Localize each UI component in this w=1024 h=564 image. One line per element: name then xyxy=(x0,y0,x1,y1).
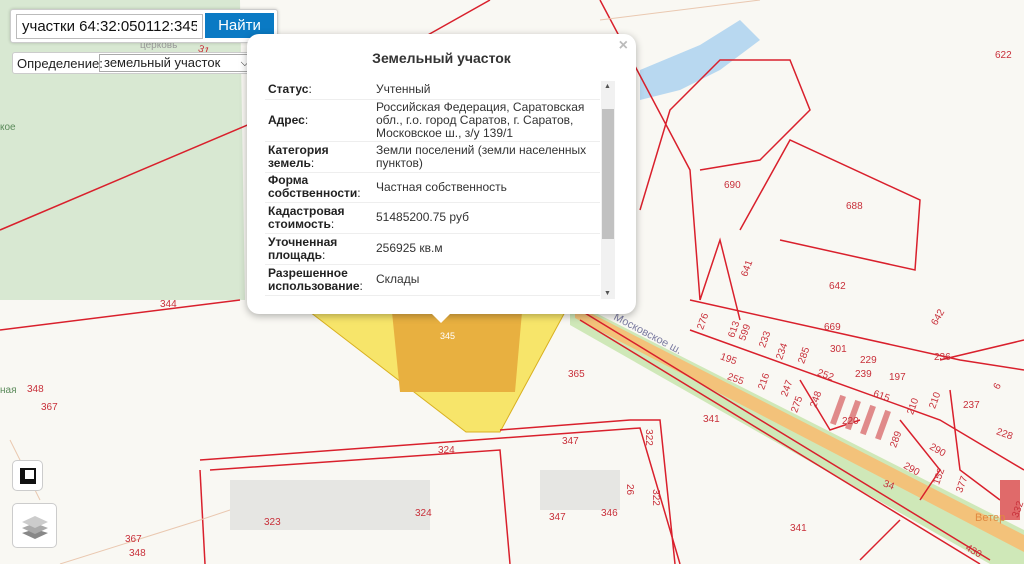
parcel-info-table: Статус: Учтенный Адрес: Российская Федераци… xyxy=(265,81,600,296)
info-label: Статус: xyxy=(265,81,373,100)
parcel-number-label: 347 xyxy=(562,436,579,447)
park-area xyxy=(0,0,245,300)
parcel-number-label: 348 xyxy=(27,384,44,395)
poi-label-park: кое xyxy=(0,122,16,133)
colon: : xyxy=(321,247,326,262)
info-label-text: Уточненная площадь xyxy=(268,234,338,262)
parcel-number-label: 348 xyxy=(129,548,146,559)
parcel-number-label: 229 xyxy=(860,355,877,366)
parcel-number-label: 341 xyxy=(790,523,807,534)
parcel-number-label: 688 xyxy=(846,201,863,212)
colon: : xyxy=(357,186,361,200)
parcel-number-label: 367 xyxy=(125,534,142,545)
definition-select[interactable]: земельный участок ⌵ xyxy=(99,54,254,72)
info-label: Категория земель: xyxy=(265,141,373,173)
info-row: Кадастровая стоимость: 51485200.75 руб xyxy=(265,202,600,234)
parcel-number-label: 236 xyxy=(934,352,951,363)
info-value: 256925 кв.м xyxy=(373,233,600,265)
parcel-number-label: 197 xyxy=(889,372,906,383)
parcel-number-label: 237 xyxy=(963,400,980,411)
info-label: Разрешенное использование: xyxy=(265,264,373,296)
info-label: Форма собственности: xyxy=(265,172,373,203)
poi-label-area: ная xyxy=(0,385,17,396)
parcel-number-label: 344 xyxy=(160,299,177,310)
parcel-number-label: 622 xyxy=(995,50,1012,61)
info-value: Частная собственность xyxy=(373,172,600,203)
colon: : xyxy=(310,155,315,170)
parcel-number-label: 690 xyxy=(724,180,741,191)
info-label-text: Статус xyxy=(268,82,309,97)
colon: : xyxy=(308,82,312,97)
parcel-popup: × Земельный участок Статус: Учтенный Адрес… xyxy=(247,34,636,314)
info-label: Адрес: xyxy=(265,99,373,142)
parcel-number-label: 345 xyxy=(440,331,456,341)
info-value: Учтенный xyxy=(373,81,600,100)
parcel-number-label: 301 xyxy=(830,344,847,355)
info-value: Российская Федерация, Саратовская обл., … xyxy=(373,99,600,142)
info-label: Кадастровая стоимость: xyxy=(265,202,373,234)
info-row: Категория земель: Земли поселений (земли … xyxy=(265,141,600,173)
definition-label: Определение: xyxy=(17,56,103,71)
parcel-number-label: 324 xyxy=(438,445,455,456)
popup-pointer xyxy=(430,312,452,323)
info-value: Земли поселений (земли населенных пункто… xyxy=(373,141,600,173)
parcel-number-label: 323 xyxy=(264,517,281,528)
scroll-up-icon[interactable]: ▲ xyxy=(604,83,611,90)
colon: : xyxy=(359,278,363,293)
parcel-number-label: 322 xyxy=(642,429,654,446)
info-row: Уточненная площадь: 256925 кв.м xyxy=(265,233,600,265)
parcel-number-label: 322 xyxy=(649,489,661,506)
search-input[interactable] xyxy=(16,14,203,39)
parcel-number-label: 642 xyxy=(829,281,846,292)
scroll-down-icon[interactable]: ▼ xyxy=(604,290,611,297)
info-value: Склады xyxy=(373,264,600,296)
info-row: Форма собственности: Частная собственност… xyxy=(265,172,600,203)
info-label-text: Адрес xyxy=(268,112,305,127)
definition-panel: Определение: земельный участок ⌵ xyxy=(12,52,256,74)
info-label: Уточненная площадь: xyxy=(265,233,373,265)
scroll-thumb[interactable] xyxy=(602,109,614,239)
parcel-number-label: 341 xyxy=(703,414,720,425)
parcel-number-label: 26 xyxy=(624,483,636,496)
colon: : xyxy=(304,112,309,127)
poi-label-shop: Ветер xyxy=(975,512,1006,524)
info-value: 51485200.75 руб xyxy=(373,202,600,234)
info-row: Разрешенное использование: Склады xyxy=(265,264,600,296)
parcel-number-label: 324 xyxy=(415,508,432,519)
info-label-text: Форма собственности xyxy=(268,173,358,200)
info-label-text: Категория земель xyxy=(268,142,329,170)
colon: : xyxy=(330,216,335,231)
info-row: Адрес: Российская Федерация, Саратовская … xyxy=(265,99,600,142)
layers-icon xyxy=(21,515,48,539)
info-row: Статус: Учтенный xyxy=(265,81,600,100)
info-label-text: Разрешенное использование xyxy=(268,265,360,293)
parcel-number-label: 220 xyxy=(842,416,859,427)
parcel-number-label: 346 xyxy=(601,508,618,519)
layers-button[interactable] xyxy=(12,503,57,548)
parcel-number-label: 367 xyxy=(41,402,58,413)
parcel-number-label: 239 xyxy=(855,369,872,380)
search-panel: Найти xyxy=(10,9,278,43)
popup-scrollbar[interactable]: ▲ ▼ xyxy=(601,81,615,299)
popup-title: Земельный участок xyxy=(372,50,511,66)
ruler-button[interactable] xyxy=(12,460,43,491)
definition-selected: земельный участок xyxy=(104,55,221,70)
parcel-number-label: 347 xyxy=(549,512,566,523)
selected-building xyxy=(392,312,522,392)
ruler-icon xyxy=(19,467,36,484)
parcel-number-label: 669 xyxy=(824,322,841,333)
parcel-number-label: 365 xyxy=(568,369,585,380)
